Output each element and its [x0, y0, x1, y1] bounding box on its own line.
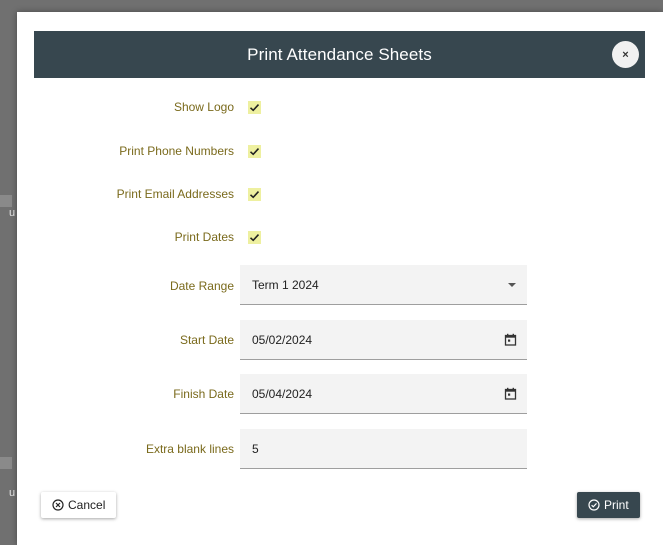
extra-blank-lines-label: Extra blank lines	[145, 442, 234, 456]
close-icon: ×	[622, 48, 629, 61]
background-edge-text: u	[9, 487, 16, 499]
print-phone-numbers-checkbox[interactable]	[248, 145, 261, 158]
show-logo-label: Show Logo	[173, 100, 234, 114]
print-button[interactable]: Print	[577, 492, 640, 518]
calendar-icon[interactable]	[503, 386, 517, 400]
date-range-label: Date Range	[169, 279, 234, 293]
finish-date-value: 05/04/2024	[252, 387, 313, 401]
dialog-title: Print Attendance Sheets	[247, 44, 432, 64]
extra-blank-lines-input[interactable]: 5	[240, 429, 527, 469]
start-date-input[interactable]: 05/02/2024	[240, 320, 527, 360]
background-strip	[0, 195, 12, 207]
close-button[interactable]: ×	[612, 41, 639, 68]
checkmark-icon	[249, 191, 260, 199]
cancel-button[interactable]: Cancel	[41, 492, 117, 518]
checkmark-icon	[249, 234, 260, 242]
print-attendance-dialog: Print Attendance Sheets × Show Logo Prin…	[17, 12, 663, 545]
finish-date-input[interactable]: 05/04/2024	[240, 374, 527, 414]
start-date-value: 05/02/2024	[252, 333, 313, 347]
print-phone-numbers-label: Print Phone Numbers	[119, 144, 234, 158]
checkmark-icon	[249, 104, 260, 112]
show-logo-checkbox[interactable]	[248, 101, 261, 114]
background-strip	[0, 457, 12, 469]
print-dates-label: Print Dates	[174, 230, 234, 244]
print-button-label: Print	[604, 498, 629, 512]
cancel-button-label: Cancel	[68, 498, 106, 512]
finish-date-label: Finish Date	[173, 387, 234, 401]
print-email-addresses-checkbox[interactable]	[248, 188, 261, 201]
print-email-addresses-label: Print Email Addresses	[116, 187, 234, 201]
date-range-select[interactable]: Term 1 2024	[240, 265, 527, 305]
checkmark-icon	[249, 148, 260, 156]
calendar-icon[interactable]	[503, 332, 517, 346]
check-circle-icon	[588, 499, 600, 511]
start-date-label: Start Date	[179, 333, 234, 347]
cancel-circle-icon	[52, 499, 64, 511]
dialog-header: Print Attendance Sheets ×	[34, 31, 645, 78]
extra-blank-lines-value: 5	[252, 442, 259, 456]
chevron-down-icon[interactable]	[508, 283, 516, 287]
background-edge-text: u	[9, 207, 16, 219]
date-range-value: Term 1 2024	[252, 278, 319, 292]
print-dates-checkbox[interactable]	[248, 231, 261, 244]
